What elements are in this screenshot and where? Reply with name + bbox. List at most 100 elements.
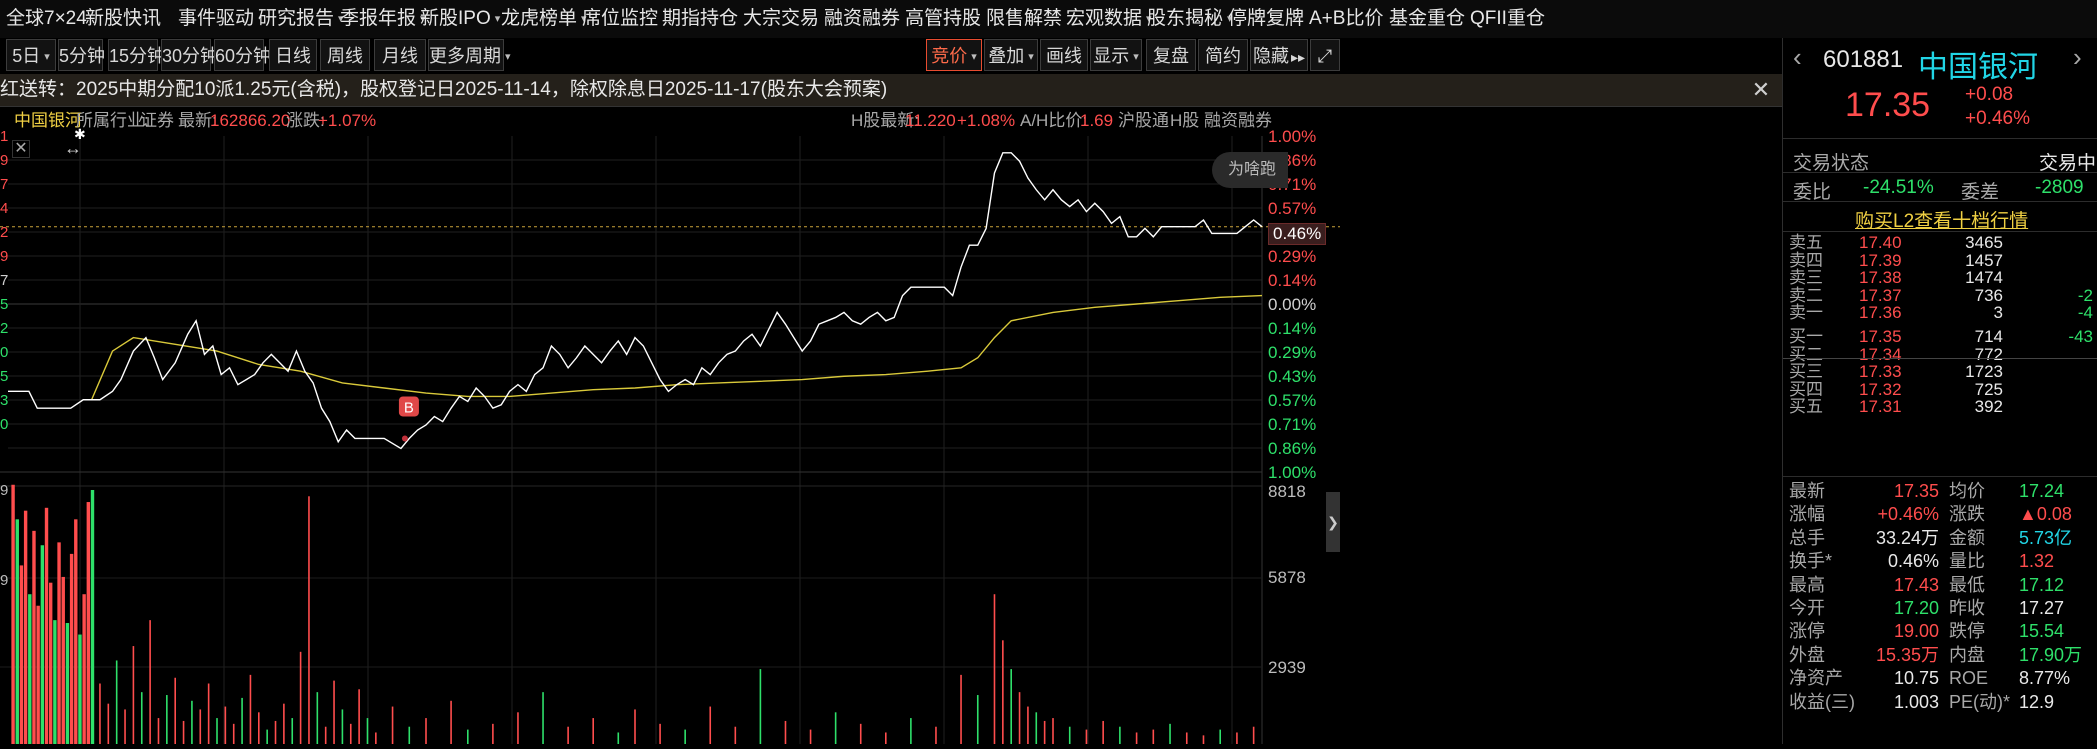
nav-item-4[interactable]: 季报年报 ▾ xyxy=(340,0,426,38)
y-axis-label: 0.14% xyxy=(1268,319,1317,338)
tag-margin[interactable]: 融资融券 xyxy=(1204,106,1272,136)
stock-name: 中国银河 xyxy=(1918,51,2038,84)
nav-item-label: 全球7×24 xyxy=(6,8,87,29)
quote-stat-row: 最高 17.43 最低 17.12 xyxy=(1783,574,2097,596)
nav-item-15[interactable]: 停牌复牌 xyxy=(1228,0,1304,38)
tag-hugutong[interactable]: 沪股通 xyxy=(1118,106,1169,136)
intraday-chart-svg[interactable]: B xyxy=(0,136,1782,744)
toolbar-button-4[interactable]: 复盘 xyxy=(1146,39,1196,71)
period-tab-label: 60分钟 xyxy=(215,46,272,66)
nav-item-6[interactable]: 龙虎榜单 ▾ xyxy=(501,0,587,38)
volume-bar xyxy=(1152,729,1155,744)
nav-item-0[interactable]: 全球7×24 xyxy=(6,0,87,38)
stat-value: 1.32 xyxy=(2019,551,2055,572)
order-volume: 1457 xyxy=(1965,250,2003,270)
volume-bar xyxy=(274,720,277,744)
nav-item-label: 大宗交易 xyxy=(743,8,820,29)
toolbar-button-0[interactable]: 竞价 ▾ xyxy=(926,39,982,71)
volume-bar xyxy=(659,723,661,744)
close-icon[interactable]: ✕ xyxy=(12,140,30,158)
nav-item-8[interactable]: 期指持仓 xyxy=(662,0,738,38)
toolbar-button-1[interactable]: 叠加 ▾ xyxy=(984,39,1038,71)
period-tab-1[interactable]: 5分钟 xyxy=(58,39,105,71)
y-axis-label: 0.00% xyxy=(1268,295,1317,314)
fullscreen-icon[interactable]: ⤢ xyxy=(1310,39,1340,71)
double-arrow-icon: ▸▸ xyxy=(1290,49,1306,65)
prev-stock-icon[interactable]: ‹ xyxy=(1793,42,1802,73)
volume-bar xyxy=(1185,732,1188,744)
chevron-down-icon: ▾ xyxy=(1028,51,1034,63)
order-price: 17.33 xyxy=(1859,362,1902,382)
toolbar-button-3[interactable]: 显示 ▾ xyxy=(1090,39,1142,71)
order-book-row[interactable]: 卖四 17.39 1457 xyxy=(1783,250,2097,270)
nav-item-14[interactable]: 股东揭秘 ▾ xyxy=(1147,0,1233,38)
volume-left-label: 9 xyxy=(0,572,9,589)
order-book-row[interactable]: 卖一 17.36 3 -4 xyxy=(1783,304,2097,322)
period-tab-6[interactable]: 周线 xyxy=(320,39,370,71)
collapse-panel-icon[interactable]: ❯ xyxy=(1326,492,1340,552)
nav-item-5[interactable]: 新股IPO ▾ xyxy=(420,0,500,38)
crosshair-star-icon: ✱ xyxy=(74,126,86,142)
nav-item-2[interactable]: 事件驱动 xyxy=(178,0,254,38)
toolbar-button-5[interactable]: 简约 xyxy=(1198,39,1248,71)
stat-value: 17.20 xyxy=(1893,598,1939,618)
period-tab-2[interactable]: 15分钟 xyxy=(108,39,165,71)
order-book-row[interactable]: 买四 17.32 725 xyxy=(1783,380,2097,399)
divider xyxy=(1783,138,2097,139)
order-level-label: 卖五 xyxy=(1789,233,1823,252)
order-book-row[interactable]: 卖二 17.37 736 -2 xyxy=(1783,286,2097,305)
order-volume: 392 xyxy=(1974,397,2003,417)
nav-item-12[interactable]: 限售解禁 xyxy=(986,0,1062,38)
order-volume: 3465 xyxy=(1965,233,2003,252)
left-axis-label: 2 xyxy=(0,224,9,241)
order-level-label: 买一 xyxy=(1789,327,1823,346)
l2-upgrade-link[interactable]: 购买L2查看十档行情 xyxy=(1855,206,2028,233)
stat-value: 19.00 xyxy=(1893,621,1939,642)
order-change: -4 xyxy=(2077,303,2093,323)
why-move-button[interactable]: 为啥跑 xyxy=(1212,152,1288,188)
industry-value[interactable]: 证券 xyxy=(140,106,174,136)
period-tab-4[interactable]: 60分钟 xyxy=(214,39,271,71)
order-book-row[interactable]: 买五 17.31 392 xyxy=(1783,398,2097,416)
stat-label: 金额 xyxy=(1949,527,1985,548)
order-book-row[interactable]: 买二 17.34 772 xyxy=(1783,345,2097,364)
nav-item-13[interactable]: 宏观数据 ▾ xyxy=(1066,0,1152,38)
nav-item-9[interactable]: 大宗交易 xyxy=(743,0,819,38)
nav-item-17[interactable]: 基金重仓 xyxy=(1389,0,1465,38)
book-divider xyxy=(1783,358,2097,359)
nav-item-11[interactable]: 高管持股 xyxy=(905,0,981,38)
quote-stat-row: 最新 17.35 均价 17.24 xyxy=(1783,480,2097,502)
order-book-row[interactable]: 卖三 17.38 1474 xyxy=(1783,269,2097,287)
period-tab-3[interactable]: 30分钟 xyxy=(161,39,218,71)
order-book-row[interactable]: 卖五 17.40 3465 xyxy=(1783,234,2097,252)
nav-item-10[interactable]: 融资融券 xyxy=(824,0,900,38)
period-tab-7[interactable]: 月线 xyxy=(374,39,426,71)
volume-bar xyxy=(634,709,636,744)
order-book-row[interactable]: 买一 17.35 714 -43 xyxy=(1783,328,2097,346)
volume-bar xyxy=(74,519,78,744)
volume-bar xyxy=(684,729,686,744)
intraday-chart[interactable]: B 1.00% 0.86% 0.71% 0.57% 0.46% 0.29% 0.14% 0.0… xyxy=(0,126,1782,744)
volume-bar xyxy=(784,720,787,744)
quote-stat-row: 涨停 19.00 跌停 15.54 xyxy=(1783,620,2097,642)
volume-bar xyxy=(910,718,912,744)
period-tab-0[interactable]: 5日 ▾ xyxy=(6,39,56,71)
toolbar-button-6[interactable]: 隐藏 ▸▸ xyxy=(1250,39,1308,71)
close-icon[interactable]: ✕ xyxy=(1746,74,1776,106)
volume-bar xyxy=(1035,712,1038,744)
tag-h-share[interactable]: H股 xyxy=(1170,106,1199,136)
toolbar-button-2[interactable]: 画线 xyxy=(1040,39,1088,71)
next-stock-icon[interactable]: › xyxy=(2073,42,2082,73)
nav-item-1[interactable]: 新股快讯 xyxy=(85,0,161,38)
period-tab-8[interactable]: 更多周期 ▾ xyxy=(428,39,511,71)
period-tab-5[interactable]: 日线 xyxy=(269,39,317,71)
order-book-row[interactable]: 买三 17.33 1723 xyxy=(1783,363,2097,381)
nav-item-16[interactable]: A+B比价 xyxy=(1309,0,1383,38)
nav-item-3[interactable]: 研究报告 ▾ xyxy=(258,0,344,38)
stock-code: 601881 xyxy=(1823,46,1904,73)
chart-toolbar: 5日 ▾ 5分钟 15分钟 30分钟 60分钟 日线 周线 月线 更多周期 ▾ 竞价 ▾ 叠加 ▾ 画线 显示 ▾… xyxy=(0,38,1782,75)
nav-item-18[interactable]: QFII重仓 xyxy=(1470,0,1545,38)
ah-ratio-label: A/H比价: xyxy=(1020,111,1088,130)
nav-item-7[interactable]: 席位监控 xyxy=(582,0,658,38)
volume-bars xyxy=(11,484,1255,744)
